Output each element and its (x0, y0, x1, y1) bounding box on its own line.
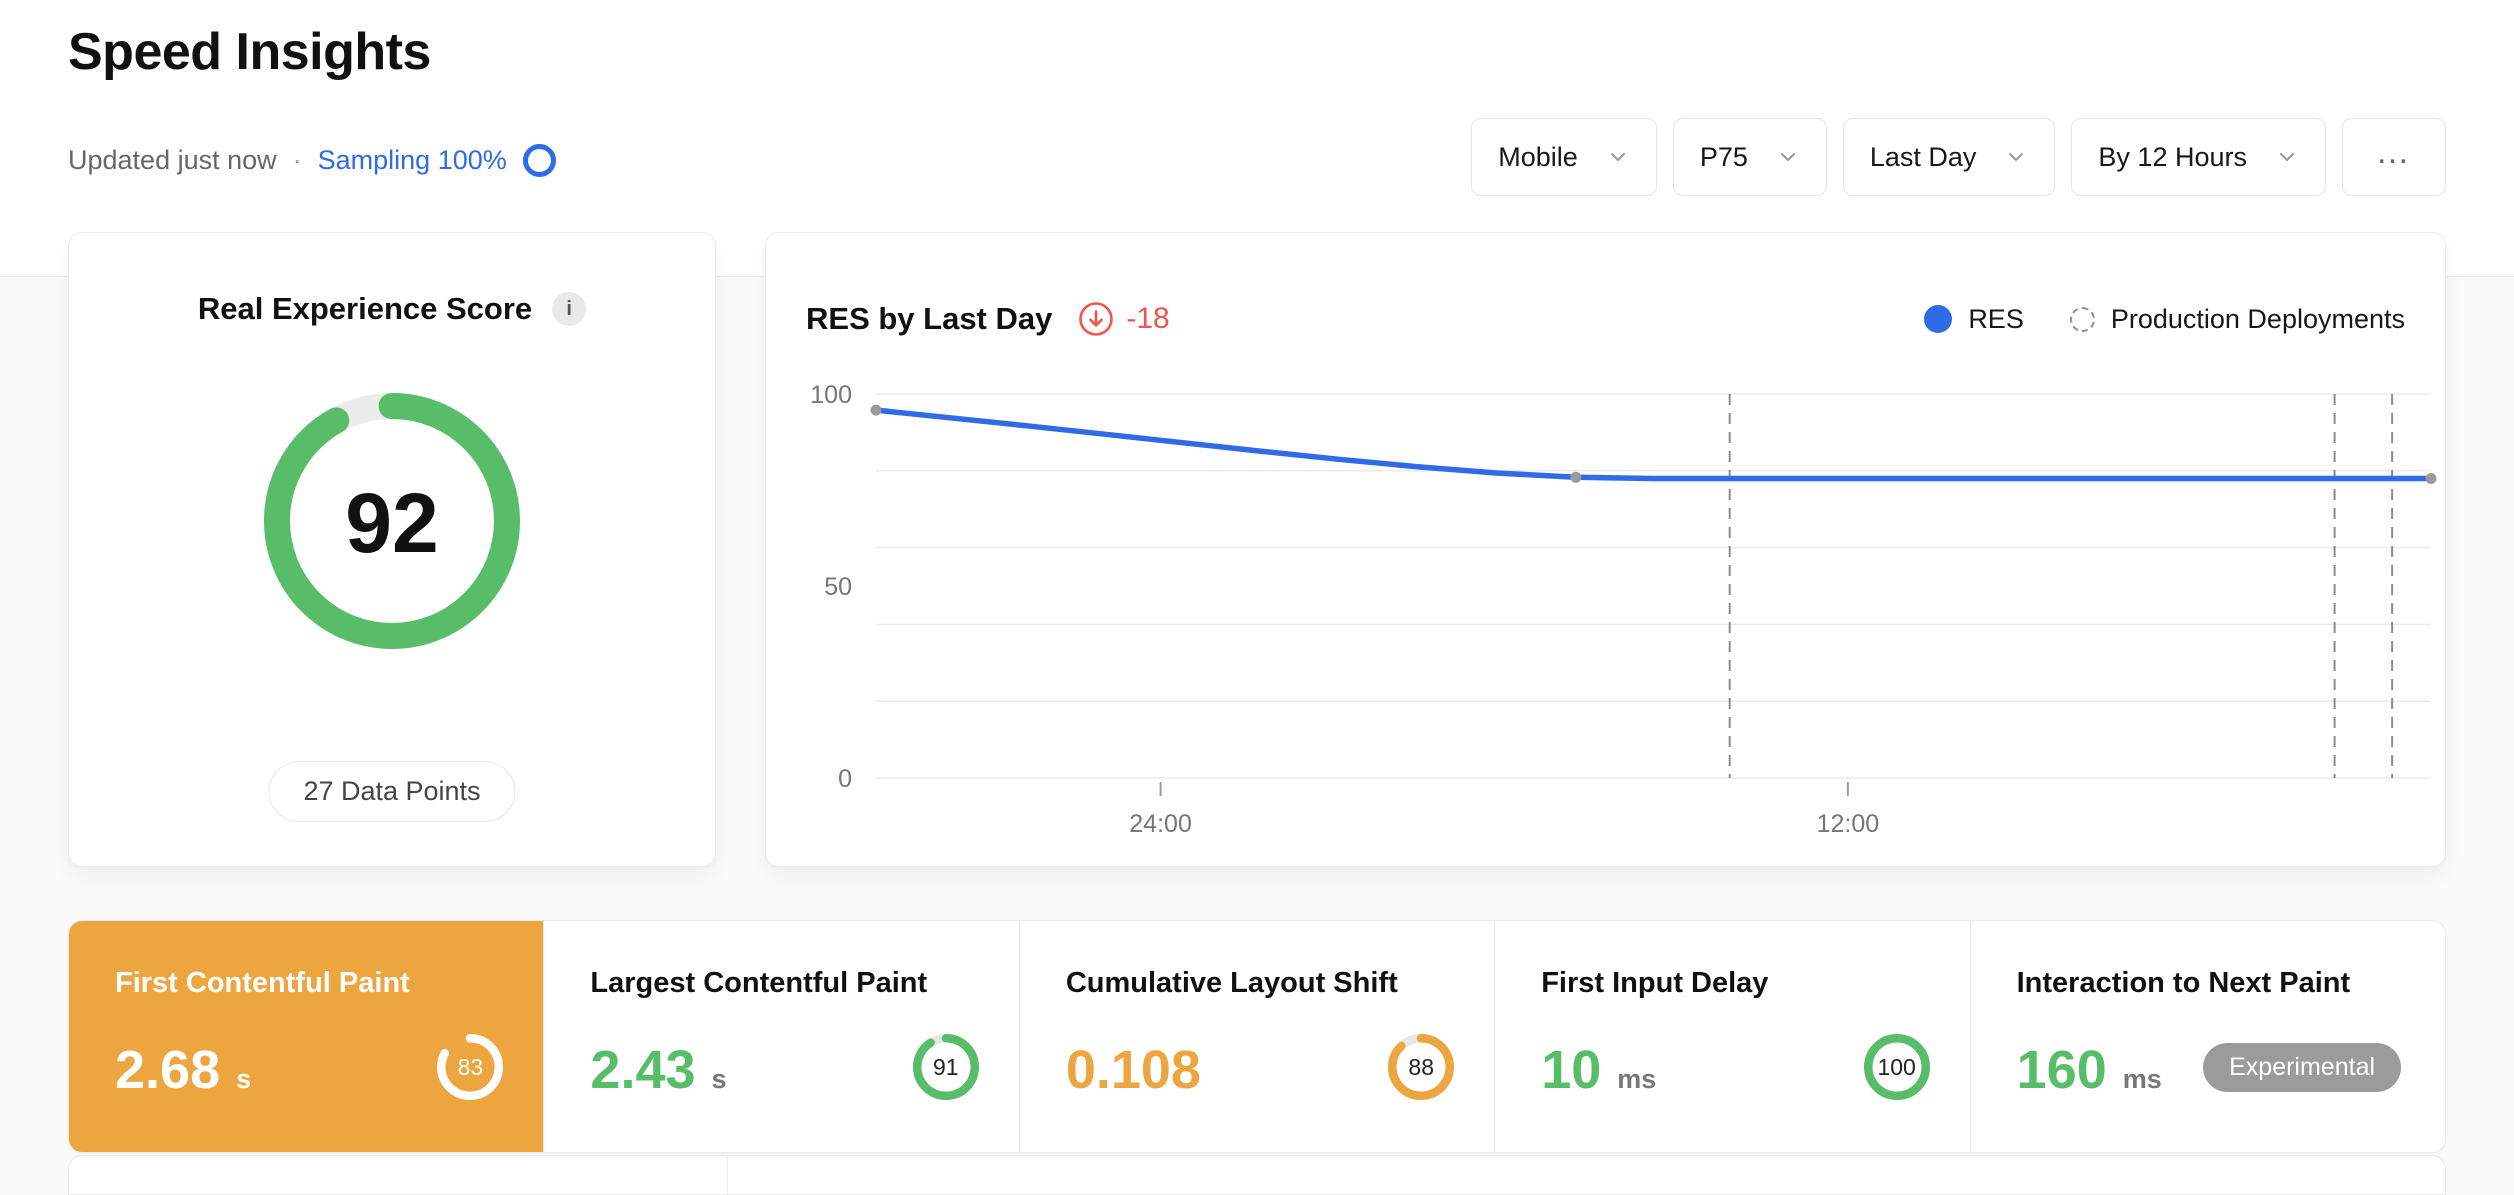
metric-value: 2.68 (115, 1039, 220, 1101)
panel-column-divider (727, 1156, 728, 1194)
metric-label: Cumulative Layout Shift (1066, 967, 1494, 1000)
sampling-label: Sampling 100% (318, 145, 507, 176)
metric-value: 160 (2017, 1039, 2107, 1101)
res-card-title-row: Real Experience Score i (69, 233, 715, 327)
metric-label: Largest Contentful Paint (590, 967, 1018, 1000)
device-select-label: Mobile (1498, 142, 1578, 173)
metric-value: 10 (1541, 1039, 1601, 1101)
metric-unit: ms (2123, 1064, 2162, 1095)
res-line (876, 410, 2431, 478)
metric-unit: s (712, 1064, 727, 1095)
metric-score-gauge: 83 (437, 1034, 503, 1100)
y-axis-label: 0 (838, 765, 852, 793)
web-vitals-metrics-row: First Contentful Paint 2.68 s 83 Largest… (68, 920, 2446, 1153)
metric-card-first-contentful-paint[interactable]: First Contentful Paint 2.68 s 83 (69, 921, 543, 1152)
metric-value-row: 10 ms (1541, 1039, 1656, 1101)
data-points-pill: 27 Data Points (268, 761, 515, 822)
metric-label: First Input Delay (1541, 967, 1969, 1000)
data-point-dot (1570, 472, 1581, 483)
metric-score-value: 88 (1388, 1034, 1454, 1100)
res-score-value: 92 (264, 393, 520, 654)
page-title: Speed Insights (68, 22, 431, 82)
info-icon[interactable]: i (552, 292, 586, 326)
metric-value-row: 2.68 s (115, 1039, 251, 1101)
metric-score-gauge: 91 (913, 1034, 979, 1100)
chevron-down-icon (2275, 145, 2299, 169)
more-options-button[interactable]: … (2342, 118, 2446, 196)
metric-label: First Contentful Paint (115, 967, 543, 1000)
res-line-chart: 100 50 0 24:00 12:00 (766, 233, 2447, 868)
res-chart-card: RES by Last Day -18 RES Production Deplo… (765, 232, 2446, 867)
percentile-select[interactable]: P75 (1673, 118, 1827, 196)
metric-card-first-input-delay[interactable]: First Input Delay 10 ms 100 (1494, 921, 1969, 1152)
time-range-select[interactable]: Last Day (1843, 118, 2056, 196)
chevron-down-icon (1776, 145, 1800, 169)
sampling-link[interactable]: Sampling 100% (318, 144, 556, 177)
percentile-select-label: P75 (1700, 142, 1748, 173)
res-card-title: Real Experience Score (198, 291, 532, 327)
y-axis-label: 100 (810, 381, 852, 409)
metric-unit: ms (1617, 1064, 1656, 1095)
filter-controls: Mobile P75 Last Day By 12 Hours … (1471, 118, 2446, 196)
metric-unit: s (236, 1064, 251, 1095)
data-point-dot (2426, 473, 2437, 484)
interval-select-label: By 12 Hours (2098, 142, 2247, 173)
real-experience-score-card: Real Experience Score i 92 27 Data Point… (68, 232, 716, 867)
x-axis-label: 24:00 (1129, 810, 1192, 838)
metric-score-value: 100 (1864, 1034, 1930, 1100)
metric-value-row: 0.108 (1066, 1039, 1217, 1101)
update-status-row: Updated just now · Sampling 100% (68, 138, 556, 182)
y-axis-label: 50 (824, 573, 852, 601)
time-range-select-label: Last Day (1870, 142, 1977, 173)
sampling-ring-icon (523, 144, 556, 177)
res-score-gauge: 92 (264, 393, 520, 654)
data-point-dot (871, 405, 882, 416)
x-axis-label: 12:00 (1817, 810, 1880, 838)
metric-value: 0.108 (1066, 1039, 1201, 1101)
metric-card-cumulative-layout-shift[interactable]: Cumulative Layout Shift 0.108 88 (1019, 921, 1494, 1152)
device-select[interactable]: Mobile (1471, 118, 1657, 196)
metric-value-row: 2.43 s (590, 1039, 726, 1101)
metric-score-gauge: 100 (1864, 1034, 1930, 1100)
metric-score-gauge: 88 (1388, 1034, 1454, 1100)
metric-card-largest-contentful-paint[interactable]: Largest Contentful Paint 2.43 s 91 (543, 921, 1018, 1152)
metric-score-value: 83 (437, 1034, 503, 1100)
experimental-badge: Experimental (2203, 1043, 2401, 1092)
updated-status: Updated just now (68, 145, 277, 176)
metric-value: 2.43 (590, 1039, 695, 1101)
chevron-down-icon (2004, 145, 2028, 169)
next-section-panel (68, 1155, 2446, 1195)
metric-score-value: 91 (913, 1034, 979, 1100)
dot-separator: · (293, 145, 302, 176)
metric-card-interaction-to-next-paint[interactable]: Interaction to Next Paint 160 ms Experim… (1970, 921, 2445, 1152)
chevron-down-icon (1606, 145, 1630, 169)
metric-value-row: 160 ms (2017, 1039, 2162, 1101)
metric-label: Interaction to Next Paint (2017, 967, 2445, 1000)
interval-select[interactable]: By 12 Hours (2071, 118, 2326, 196)
